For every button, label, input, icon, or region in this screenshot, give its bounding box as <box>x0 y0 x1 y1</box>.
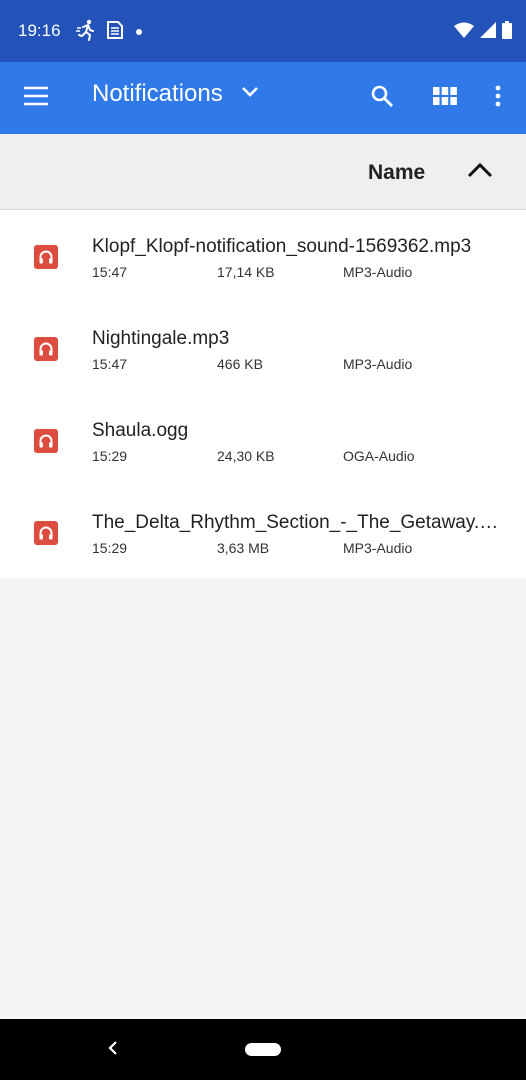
sort-direction-button[interactable] <box>462 156 498 188</box>
audio-file-icon <box>34 245 58 269</box>
status-icons-left <box>76 19 144 46</box>
file-size: 17,14 KB <box>217 264 275 280</box>
file-row[interactable]: Nightingale.mp3 15:47 466 KB MP3-Audio <box>0 302 526 394</box>
status-time: 19:16 <box>18 21 61 40</box>
grid-view-button[interactable] <box>429 82 461 114</box>
file-name: The_Delta_Rhythm_Section_-_The_Getaway.m… <box>92 512 504 533</box>
sort-header: Name <box>0 134 526 210</box>
folder-selector[interactable]: Notifications <box>92 80 259 108</box>
sort-by-name[interactable]: Name <box>368 161 425 185</box>
home-button[interactable] <box>245 1043 281 1056</box>
file-row[interactable]: The_Delta_Rhythm_Section_-_The_Getaway.m… <box>0 486 526 578</box>
file-list: Klopf_Klopf-notification_sound-1569362.m… <box>0 210 526 578</box>
back-icon <box>107 1040 119 1061</box>
file-name: Nightingale.mp3 <box>92 328 230 349</box>
file-type: MP3-Audio <box>343 540 413 556</box>
chevron-down-icon <box>241 85 259 103</box>
more-vert-icon <box>494 85 502 112</box>
status-bar: 19:16 <box>0 0 526 62</box>
more-options-button[interactable] <box>482 82 514 114</box>
chevron-up-icon <box>467 162 493 183</box>
audio-file-icon <box>34 521 58 545</box>
file-size: 24,30 KB <box>217 448 275 464</box>
file-time: 15:47 <box>92 264 128 280</box>
status-icons-right <box>454 21 512 44</box>
search-button[interactable] <box>366 82 398 114</box>
file-type: MP3-Audio <box>343 356 413 372</box>
file-name: Shaula.ogg <box>92 420 189 441</box>
file-name: Klopf_Klopf-notification_sound-1569362.m… <box>92 236 472 257</box>
audio-file-icon <box>34 429 58 453</box>
back-button[interactable] <box>100 1037 126 1063</box>
search-icon <box>370 84 394 113</box>
page-title: Notifications <box>92 80 223 107</box>
file-time: 15:29 <box>92 540 128 556</box>
grid-view-icon <box>433 86 457 110</box>
running-icon <box>76 19 96 46</box>
file-size: 3,63 MB <box>217 540 270 556</box>
system-nav-bar <box>0 1019 526 1080</box>
file-row[interactable]: Shaula.ogg 15:29 24,30 KB OGA-Audio <box>0 394 526 486</box>
dot-icon <box>134 24 144 42</box>
file-time: 15:29 <box>92 448 128 464</box>
menu-button[interactable] <box>20 82 52 114</box>
cell-signal-icon <box>480 22 496 43</box>
file-type: MP3-Audio <box>343 264 413 280</box>
wifi-icon <box>454 22 474 43</box>
audio-file-icon <box>34 337 58 361</box>
sim-icon <box>106 20 124 45</box>
file-time: 15:47 <box>92 356 128 372</box>
hamburger-menu-icon <box>23 86 49 111</box>
file-row[interactable]: Klopf_Klopf-notification_sound-1569362.m… <box>0 210 526 302</box>
battery-icon <box>502 21 512 44</box>
app-bar: Notifications <box>0 62 526 134</box>
file-type: OGA-Audio <box>343 448 415 464</box>
file-size: 466 KB <box>217 356 263 372</box>
